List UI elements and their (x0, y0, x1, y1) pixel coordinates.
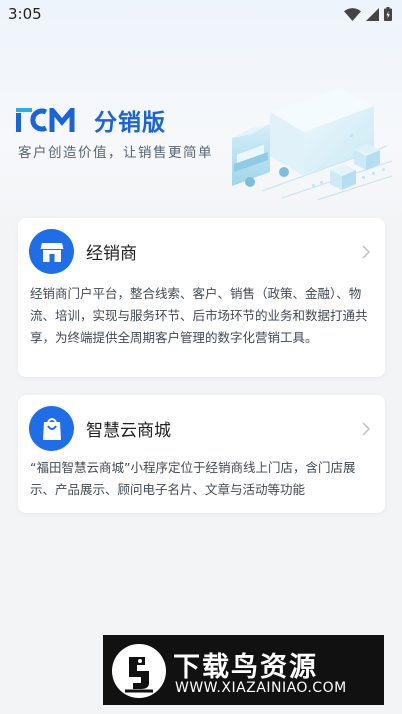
truck-illustration (232, 88, 392, 201)
brand-logo: 分销版 (16, 103, 166, 137)
bird-logo-icon (112, 644, 166, 698)
status-time: 3:05 (8, 5, 42, 23)
status-icons (344, 7, 392, 21)
card-smart-mall[interactable]: 智慧云商城 “福田智慧云商城”小程序定位于经销商线上门店，含门店展示、产品展示、… (18, 395, 385, 513)
shopping-bag-icon (29, 406, 74, 451)
icm-logo-icon (16, 108, 82, 132)
battery-icon (384, 7, 392, 21)
app-name: 分销版 (94, 110, 166, 136)
card-header: 智慧云商城 (29, 406, 171, 451)
card-description: 经销商门户平台，整合线索、客户、销售（政策、金融）、物流、培训，实现与服务环节、… (30, 286, 368, 345)
card-title: 经销商 (86, 244, 137, 264)
store-icon (29, 229, 74, 274)
status-bar: 3:05 (0, 0, 402, 28)
card-description: “福田智慧云商城”小程序定位于经销商线上门店，含门店展示、产品展示、顾问电子名片… (30, 460, 356, 497)
chevron-right-icon (362, 422, 371, 436)
wifi-icon (344, 7, 361, 21)
card-header: 经销商 (29, 229, 137, 274)
card-title: 智慧云商城 (86, 421, 171, 441)
watermark-banner: 下载鸟资源 WWW.XIAZAINIAO.COM (103, 635, 384, 705)
watermark-title: 下载鸟资源 (173, 652, 318, 683)
watermark-url: WWW.XIAZAINIAO.COM (175, 680, 347, 696)
signal-icon (366, 7, 379, 21)
card-dealer[interactable]: 经销商 经销商门户平台，整合线索、客户、销售（政策、金融）、物流、培训，实现与服… (18, 218, 385, 377)
slogan: 客户创造价值，让销售更简单 (18, 145, 213, 161)
chevron-right-icon (362, 245, 371, 259)
